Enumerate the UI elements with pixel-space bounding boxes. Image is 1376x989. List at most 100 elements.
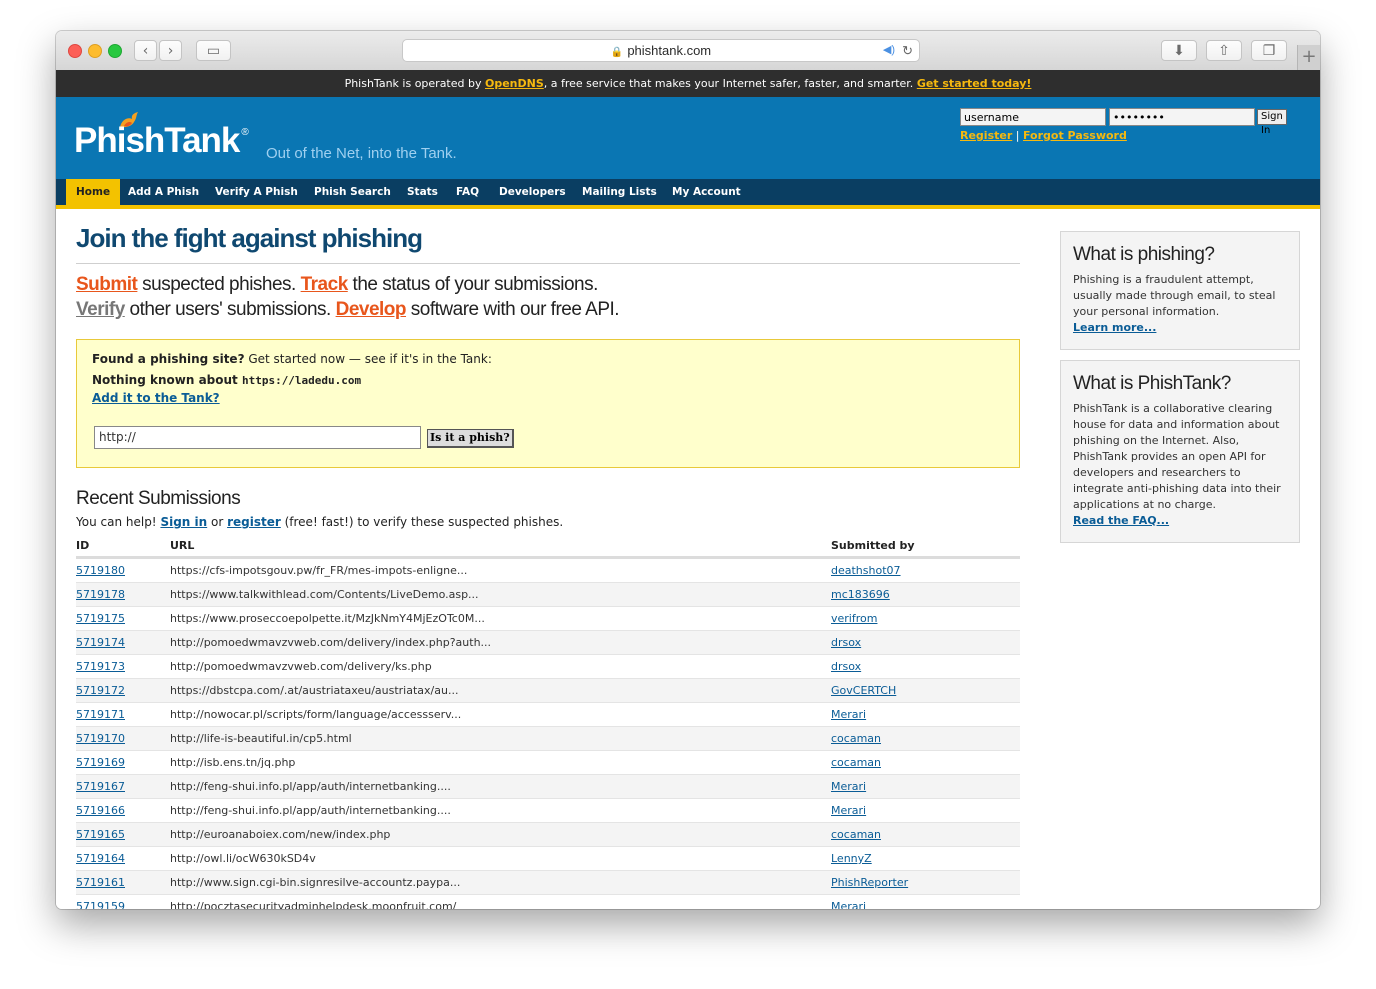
table-cell: 5719180	[76, 557, 170, 583]
submission-id-link[interactable]: 5719174	[76, 636, 125, 649]
tabs-overview-button[interactable]: ❐	[1251, 40, 1287, 61]
url-check-input[interactable]: http://	[94, 426, 421, 449]
zoom-window-button[interactable]	[108, 44, 122, 58]
help-sign-in-link[interactable]: Sign in	[160, 515, 207, 529]
submission-id-link[interactable]: 5719172	[76, 684, 125, 697]
submission-id-link[interactable]: 5719171	[76, 708, 125, 721]
submitter-link[interactable]: deathshot07	[831, 564, 901, 577]
submitter-link[interactable]: GovCERTCH	[831, 684, 896, 697]
submission-id-link[interactable]: 5719180	[76, 564, 125, 577]
submission-url: http://life-is-beautiful.in/cp5.html	[170, 732, 352, 745]
downloads-button[interactable]: ⬇	[1161, 40, 1197, 61]
submitter-link[interactable]: verifrom	[831, 612, 877, 625]
submitter-link[interactable]: cocaman	[831, 828, 881, 841]
table-cell: http://www.sign.cgi-bin.signresilve-acco…	[170, 870, 831, 895]
nav-verify-a-phish[interactable]: Verify A Phish	[215, 179, 298, 205]
add-to-tank-link[interactable]: Add it to the Tank?	[92, 391, 220, 405]
new-tab-button[interactable]: +	[1297, 45, 1320, 70]
submitter-link[interactable]: mc183696	[831, 588, 890, 601]
submitter-link[interactable]: drsox	[831, 660, 861, 673]
help-prefix: You can help!	[76, 515, 161, 529]
is-it-a-phish-button[interactable]: Is it a phish?	[427, 429, 514, 448]
pitch-text: software with our free API.	[406, 299, 620, 320]
lock-icon: 🔒	[610, 47, 624, 58]
submission-id-link[interactable]: 5719170	[76, 732, 125, 745]
opendns-link[interactable]: OpenDNS	[485, 77, 544, 90]
minimize-window-button[interactable]	[88, 44, 102, 58]
nav-developers[interactable]: Developers	[499, 179, 566, 205]
register-link[interactable]: Register	[960, 129, 1012, 142]
submission-id-link[interactable]: 5719166	[76, 804, 125, 817]
submission-id-link[interactable]: 5719159	[76, 900, 125, 909]
table-cell: 5719164	[76, 846, 170, 871]
submitter-link[interactable]: Merari	[831, 708, 866, 721]
submission-id-link[interactable]: 5719169	[76, 756, 125, 769]
table-cell: Merari	[831, 798, 1020, 823]
what-is-phishtank-title: What is PhishTank?	[1073, 373, 1231, 394]
sidebar-toggle-button[interactable]: ▭	[196, 40, 231, 61]
track-link[interactable]: Track	[301, 274, 349, 295]
nav-mailing-lists[interactable]: Mailing Lists	[582, 179, 657, 205]
close-window-button[interactable]	[68, 44, 82, 58]
forgot-password-link[interactable]: Forgot Password	[1023, 129, 1127, 142]
submission-id-link[interactable]: 5719167	[76, 780, 125, 793]
submission-id-link[interactable]: 5719161	[76, 876, 125, 889]
submit-link[interactable]: Submit	[76, 274, 138, 295]
submission-id-link[interactable]: 5719173	[76, 660, 125, 673]
share-button[interactable]: ⇧	[1206, 40, 1242, 61]
sign-in-button[interactable]: Sign In	[1257, 109, 1287, 136]
tabs-icon: ❐	[1262, 43, 1276, 59]
nav-home[interactable]: Home	[66, 179, 121, 205]
nothing-known-text: Nothing known about https://ladedu.com	[92, 373, 361, 387]
table-cell: http://feng-shui.info.pl/app/auth/intern…	[170, 774, 831, 799]
chevron-left-icon: ‹	[142, 43, 149, 59]
back-button[interactable]: ‹	[134, 40, 157, 61]
nav-faq[interactable]: FAQ	[456, 179, 479, 205]
table-cell: GovCERTCH	[831, 678, 1020, 703]
what-is-phishtank-text: PhishTank is a collaborative clearing ho…	[1073, 402, 1281, 511]
phishtank-logo[interactable]: PhishTank ®	[74, 121, 249, 161]
submitter-link[interactable]: cocaman	[831, 732, 881, 745]
table-cell: http://feng-shui.info.pl/app/auth/intern…	[170, 798, 831, 823]
help-text: You can help! Sign in or register (free!…	[76, 515, 563, 529]
col-header-id: ID	[76, 534, 170, 559]
help-register-link[interactable]: register	[227, 515, 281, 529]
address-bar[interactable]: 🔒 phishtank.com ◀) ↻	[402, 39, 920, 62]
table-row: 5719165 http://euroanaboiex.com/new/index…	[76, 822, 1020, 847]
recent-submissions-title: Recent Submissions	[76, 488, 241, 509]
nav-add-a-phish[interactable]: Add A Phish	[128, 179, 199, 205]
submitter-link[interactable]: Merari	[831, 804, 866, 817]
forward-button[interactable]: ›	[159, 40, 182, 61]
submitter-link[interactable]: PhishReporter	[831, 876, 908, 889]
submitter-link[interactable]: LennyZ	[831, 852, 872, 865]
submission-id-link[interactable]: 5719165	[76, 828, 125, 841]
submitter-link[interactable]: Merari	[831, 900, 866, 909]
submitter-link[interactable]: drsox	[831, 636, 861, 649]
nav-my-account[interactable]: My Account	[672, 179, 741, 205]
learn-more-link[interactable]: Learn more...	[1073, 320, 1287, 336]
submission-id-link[interactable]: 5719164	[76, 852, 125, 865]
chevron-right-icon: ›	[167, 43, 174, 59]
submitter-link[interactable]: Merari	[831, 780, 866, 793]
username-input[interactable]	[960, 108, 1106, 126]
speaker-icon[interactable]: ◀)	[883, 40, 895, 61]
get-started-link[interactable]: Get started today!	[917, 77, 1032, 90]
nothing-known-label: Nothing known about	[92, 373, 242, 387]
read-faq-link[interactable]: Read the FAQ...	[1073, 513, 1287, 529]
table-cell: cocaman	[831, 822, 1020, 847]
verify-link[interactable]: Verify	[76, 299, 125, 320]
submission-id-link[interactable]: 5719178	[76, 588, 125, 601]
submission-id-link[interactable]: 5719175	[76, 612, 125, 625]
table-cell: 5719161	[76, 870, 170, 895]
help-suffix: (free! fast!) to verify these suspected …	[280, 515, 564, 529]
reload-icon[interactable]: ↻	[902, 40, 913, 61]
nav-stats[interactable]: Stats	[407, 179, 438, 205]
nav-phish-search[interactable]: Phish Search	[314, 179, 391, 205]
what-is-phishing-text: Phishing is a fraudulent attempt, usuall…	[1073, 273, 1276, 318]
password-input[interactable]	[1109, 108, 1255, 126]
develop-link[interactable]: Develop	[336, 299, 407, 320]
table-cell: 5719166	[76, 798, 170, 823]
what-is-phishing-title: What is phishing?	[1073, 244, 1215, 265]
submitter-link[interactable]: cocaman	[831, 756, 881, 769]
table-row: 5719178 https://www.talkwithlead.com/Cont…	[76, 582, 1020, 607]
